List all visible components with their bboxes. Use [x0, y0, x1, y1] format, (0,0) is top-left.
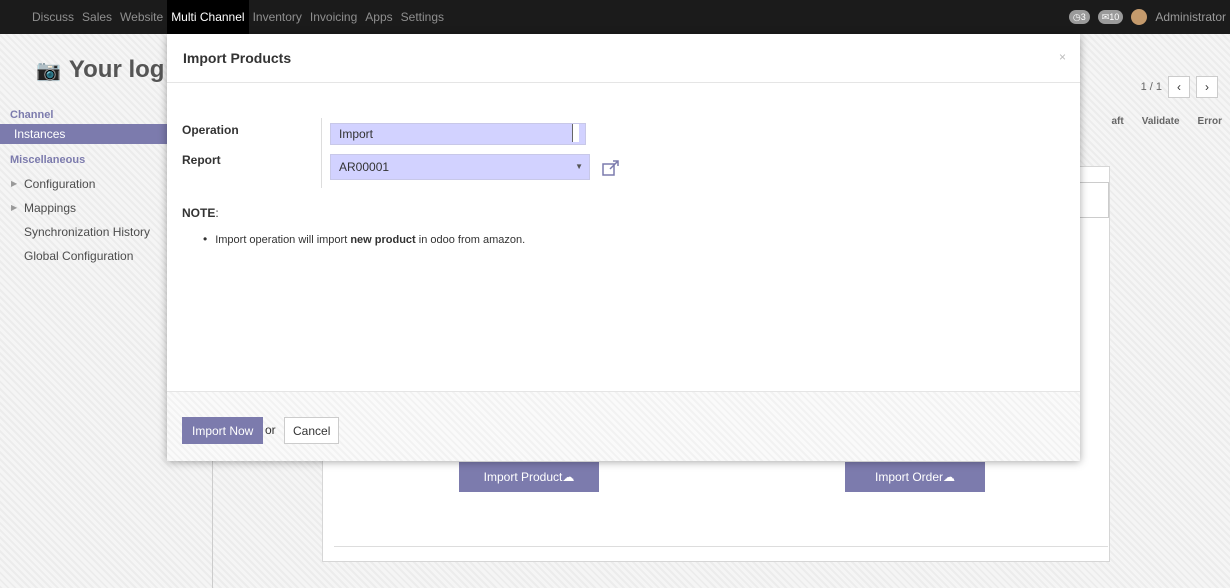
menu-discuss[interactable]: Discuss	[28, 0, 78, 34]
pager-prev-button[interactable]: ‹	[1168, 76, 1190, 98]
message-count: 10	[1109, 12, 1120, 22]
sidebar-head-channel: Channel	[10, 109, 54, 121]
cloud-icon: ☁	[562, 470, 575, 484]
import-product-button[interactable]: Import Product ☁	[459, 462, 599, 492]
user-name[interactable]: Administrator	[1155, 10, 1226, 24]
menu-sales[interactable]: Sales	[78, 0, 116, 34]
pager-next-button[interactable]: ›	[1196, 76, 1218, 98]
background-field	[1080, 182, 1109, 218]
menu-settings[interactable]: Settings	[397, 0, 448, 34]
sidebar-item-global-config[interactable]: Global Configuration	[0, 244, 168, 268]
import-products-dialog: Import Products × Operation Report Impor…	[167, 34, 1080, 461]
messages-badge[interactable]: ✉ 10	[1097, 10, 1124, 24]
top-navbar: Discuss Sales Website Multi Channel Inve…	[0, 0, 1230, 34]
sidebar-item-configuration[interactable]: ▶ Configuration	[0, 172, 168, 196]
note-text-pre: Import operation will import	[215, 234, 351, 246]
status-bar: aft Validate Error	[1112, 116, 1223, 127]
menu-invoicing[interactable]: Invoicing	[306, 0, 361, 34]
user-avatar[interactable]	[1131, 9, 1148, 25]
sidebar-item-instances[interactable]: Instances	[0, 124, 168, 144]
app-menu: Discuss Sales Website Multi Channel Inve…	[28, 0, 448, 34]
activity-count: 3	[1080, 12, 1086, 22]
sidebar: Channel Instances Miscellaneous ▶ Configu…	[0, 106, 168, 268]
menu-multi-channel[interactable]: Multi Channel	[167, 0, 249, 34]
caret-right-icon: ▶	[11, 179, 18, 188]
import-order-button[interactable]: Import Order ☁	[845, 462, 985, 492]
dialog-header: Import Products ×	[167, 34, 1080, 83]
caret-right-icon: ▶	[11, 203, 18, 212]
sidebar-item-sync-history[interactable]: Synchronization History	[0, 220, 168, 244]
import-product-label: Import Product	[483, 470, 563, 484]
sidebar-head-miscellaneous: Miscellaneous	[10, 154, 86, 166]
operation-select[interactable]: Import	[330, 123, 586, 145]
chevron-down-icon: ▼	[575, 162, 583, 171]
list-item: Import operation will import new product…	[203, 232, 525, 246]
sidebar-item-label: Mappings	[24, 201, 77, 215]
report-label: Report	[182, 153, 221, 167]
import-order-label: Import Order	[874, 470, 943, 484]
clock-icon: ◷	[1072, 11, 1081, 22]
company-logo: 📷 Your log	[36, 56, 164, 84]
note-text-bold: new product	[350, 234, 416, 246]
report-value: AR00001	[339, 160, 390, 174]
menu-website[interactable]: Website	[116, 0, 167, 34]
status-draft[interactable]: aft	[1112, 116, 1124, 127]
dialog-footer: Import Now or Cancel	[167, 391, 1080, 461]
menu-apps[interactable]: Apps	[361, 0, 396, 34]
status-validate[interactable]: Validate	[1142, 116, 1180, 127]
external-link-icon[interactable]	[601, 158, 621, 178]
menu-inventory[interactable]: Inventory	[249, 0, 306, 34]
camera-icon: 📷	[36, 60, 61, 82]
operation-label: Operation	[182, 123, 239, 137]
or-text: or	[265, 423, 276, 437]
logo-text: Your log	[68, 56, 165, 83]
pager-value: 1 / 1	[1140, 81, 1162, 93]
operation-value: Import	[339, 127, 374, 141]
report-select[interactable]: AR00001 ▼	[330, 154, 590, 180]
select-handle-icon	[572, 124, 579, 142]
status-error[interactable]: Error	[1198, 116, 1222, 127]
note-text-post: in odoo from amazon.	[415, 234, 526, 246]
close-icon[interactable]: ×	[1059, 50, 1066, 64]
divider	[334, 546, 1108, 547]
dialog-title: Import Products	[183, 50, 292, 66]
systray: ◷ 3 ✉ 10 Administrator	[1068, 0, 1230, 34]
chevron-right-icon: ›	[1205, 80, 1209, 94]
note-list: Import operation will import new product…	[203, 232, 525, 246]
note-label: NOTE:	[182, 206, 219, 220]
chat-icon: ✉	[1101, 11, 1110, 22]
import-now-button[interactable]: Import Now	[182, 417, 264, 444]
cancel-button[interactable]: Cancel	[284, 417, 340, 444]
sidebar-item-label: Configuration	[24, 177, 96, 191]
sidebar-item-mappings[interactable]: ▶ Mappings	[0, 196, 168, 220]
note-label-text: NOTE	[182, 206, 216, 220]
pager: 1 / 1 ‹ ›	[1141, 76, 1218, 98]
cloud-icon: ☁	[943, 470, 955, 484]
chevron-left-icon: ‹	[1177, 80, 1181, 94]
field-divider	[321, 118, 322, 188]
activity-badge[interactable]: ◷ 3	[1068, 10, 1090, 24]
